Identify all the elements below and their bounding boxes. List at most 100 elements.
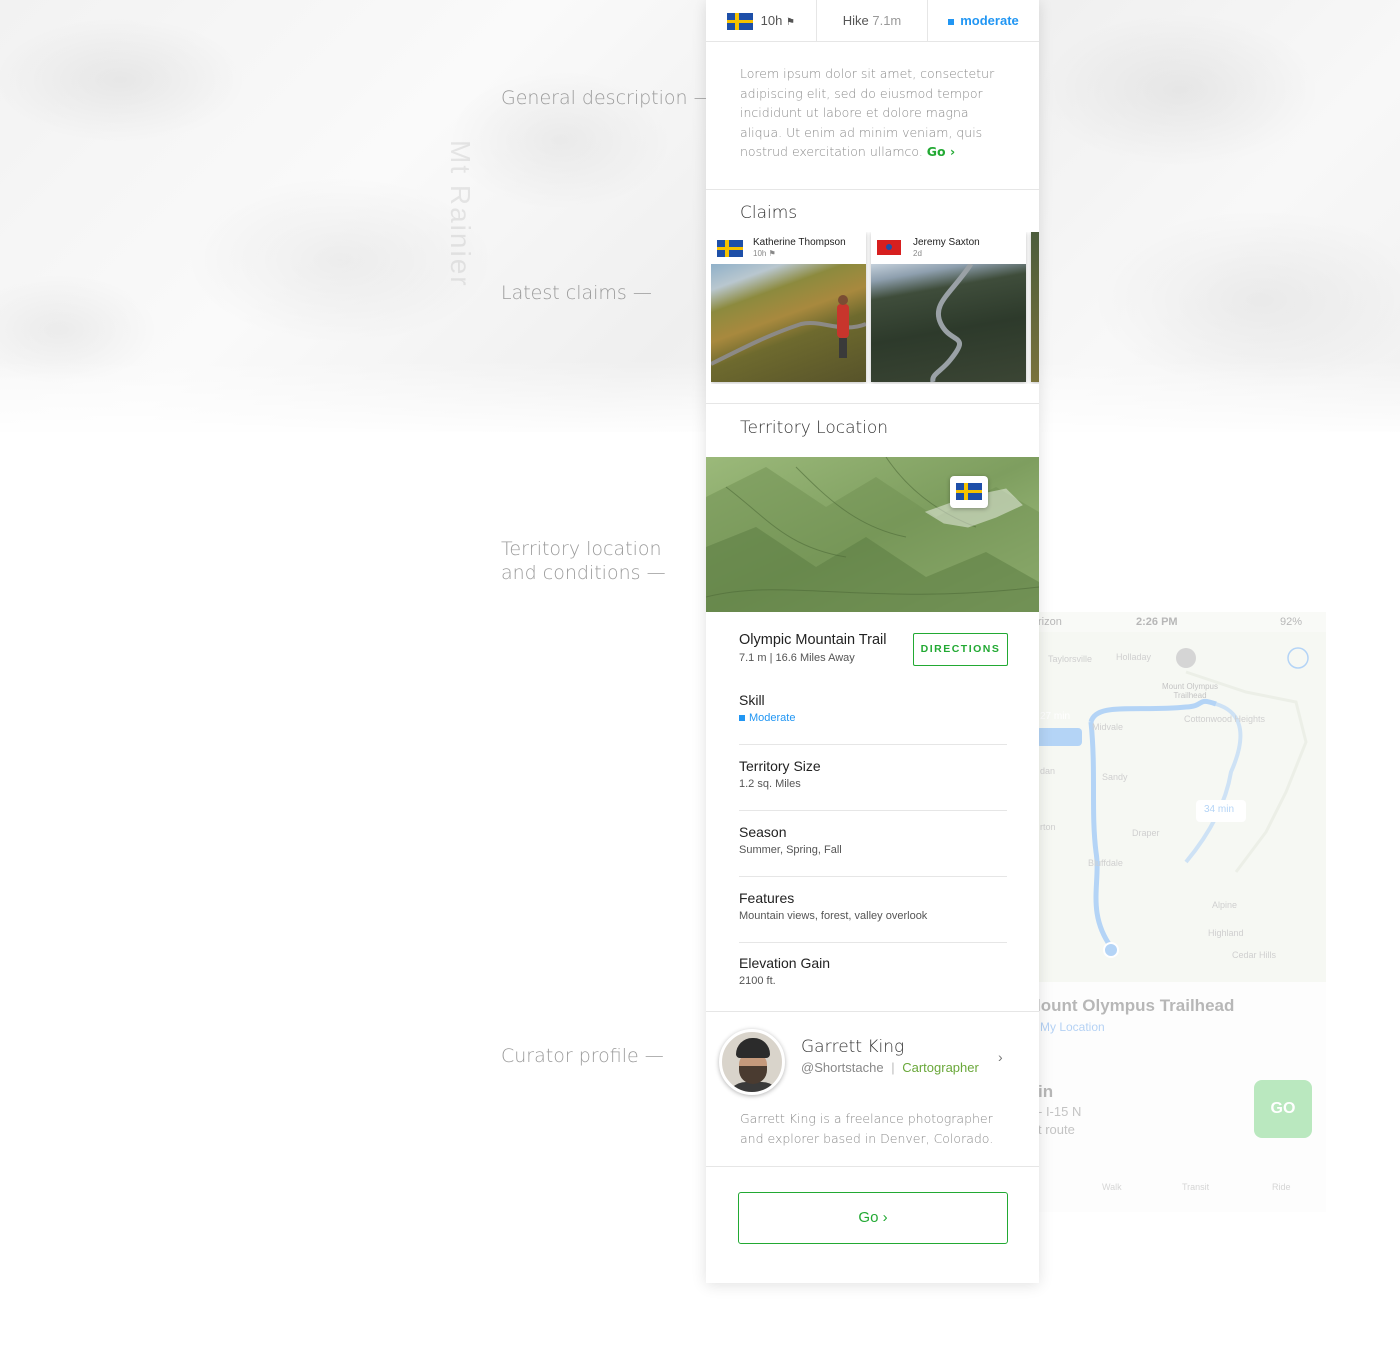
flag-icon — [727, 13, 754, 31]
paper-fade — [0, 360, 1400, 440]
claim-card-partial[interactable] — [1031, 232, 1039, 382]
divider — [739, 876, 1007, 877]
trail-name: Olympic Mountain Trail — [739, 632, 887, 648]
phone-place-12: Highland — [1208, 928, 1244, 938]
attribute-label-territory-size: Territory Size — [739, 758, 821, 774]
phone-route: t route — [1038, 1122, 1075, 1137]
claim-photo-scene — [711, 295, 866, 366]
attribute-value-territory-size: 1.2 sq. Miles — [739, 778, 801, 790]
summary-bar: 10h ⚑ Hike 7.1m moderate — [706, 0, 1039, 42]
label-general-description: General description — — [501, 87, 713, 109]
phone-info-icon — [1287, 647, 1309, 669]
divider — [706, 189, 1039, 190]
claims-title: Claims — [740, 203, 798, 223]
claim-header: Katherine Thompson 10h ⚑ — [711, 232, 866, 264]
claim-photo — [871, 262, 1026, 382]
phone-maps-screenshot: rizon 2:26 PM 92% 27 min 34 min Taylorsv… — [1036, 612, 1326, 1212]
phone-eta-badge-2: 34 min — [1204, 804, 1235, 815]
phone-via: - I-15 N — [1038, 1104, 1082, 1119]
phone-location-dot — [1103, 942, 1119, 958]
divider — [739, 810, 1007, 811]
phone-status-bar: rizon 2:26 PM 92% — [1036, 612, 1326, 632]
attribute-value-skill: Moderate — [739, 712, 795, 724]
curator-bio: Garrett King is a freelance photographer… — [740, 1111, 994, 1146]
phone-place-6: Sandy — [1102, 772, 1128, 782]
label-territory-location: Territory location and conditions — — [501, 537, 666, 585]
phone-from: My Location — [1040, 1020, 1105, 1034]
flag-icon — [877, 240, 901, 255]
general-description: Lorem ipsum dolor sit amet, consectetur … — [740, 64, 1010, 162]
phone-directions-sheet: lount Olympus Trailhead My Location in -… — [1036, 982, 1326, 1212]
difficulty-square-icon — [948, 18, 955, 25]
description-go-link[interactable]: Go › — [927, 144, 955, 159]
claim-photo — [1031, 232, 1039, 382]
phone-place-7: dan — [1040, 766, 1056, 776]
label-territory-line2: and conditions — — [501, 562, 666, 584]
phone-tab-transit: Transit — [1182, 1182, 1210, 1192]
territory-location-title: Territory Location — [740, 418, 889, 438]
curator-name[interactable]: Garrett King — [801, 1037, 904, 1057]
summary-time-value: 10h — [760, 13, 783, 28]
divider — [706, 1166, 1039, 1167]
phone-route-line-3 — [1184, 702, 1243, 864]
summary-difficulty: moderate — [928, 0, 1039, 42]
difficulty-square-icon — [739, 715, 745, 722]
territory-terrain-map[interactable] — [706, 457, 1039, 612]
phone-place-9: Draper — [1132, 828, 1160, 838]
chevron-right-icon[interactable]: › — [998, 1049, 1003, 1065]
territory-flag-marker[interactable] — [950, 476, 988, 508]
claim-photo — [711, 264, 866, 382]
label-latest-claims: Latest claims — — [501, 282, 652, 304]
phone-place-8: rton — [1040, 822, 1056, 832]
divider — [706, 1011, 1039, 1012]
phone-map: 27 min 34 min Taylorsville Holladay Moun… — [1036, 632, 1326, 982]
claim-card[interactable]: Jeremy Saxton 2d — [871, 232, 1026, 382]
phone-route-line-2 — [1088, 721, 1114, 949]
phone-place-2: Holladay — [1116, 652, 1152, 662]
phone-place-13: Cedar Hills — [1232, 950, 1277, 960]
phone-eta-badge-1: 27 min — [1040, 711, 1071, 722]
phone-place-3: Mount Olympus Trailhead — [1161, 682, 1219, 700]
phone-tab-ride: Ride — [1272, 1182, 1291, 1192]
phone-eta: in — [1038, 1082, 1054, 1101]
curator-handle: @Shortstache — [801, 1060, 884, 1075]
phone-place-5: Midvale — [1092, 722, 1124, 732]
flag-icon — [956, 483, 982, 500]
summary-time: 10h ⚑ — [706, 0, 817, 42]
directions-button[interactable]: DIRECTIONS — [913, 633, 1008, 666]
flag-icon — [717, 240, 743, 257]
avatar-hat — [736, 1038, 770, 1058]
phone-tab-walk: Walk — [1102, 1182, 1122, 1192]
claim-user-name: Jeremy Saxton — [913, 237, 980, 248]
attribute-label-features: Features — [739, 890, 795, 906]
phone-place-10: Bluffdale — [1088, 858, 1123, 868]
phone-place-1: Taylorsville — [1048, 654, 1093, 664]
attribute-value-features: Mountain views, forest, valley overlook — [739, 910, 928, 922]
trail-distance: 7.1 m | 16.6 Miles Away — [739, 652, 855, 664]
label-territory-line1: Territory location — [501, 538, 662, 560]
curator-handle-line: @Shortstache | Cartographer — [801, 1060, 979, 1075]
phone-battery: 92% — [1280, 616, 1303, 628]
claim-card[interactable]: Katherine Thompson 10h ⚑ — [711, 232, 866, 382]
curator-avatar[interactable] — [719, 1029, 785, 1095]
summary-activity: Hike 7.1m — [817, 0, 928, 42]
phone-carrier: rizon — [1038, 616, 1062, 628]
summary-distance: 7.1m — [872, 13, 902, 28]
claims-carousel[interactable]: Katherine Thompson 10h ⚑ Jeremy Saxton 2… — [711, 232, 1039, 384]
paper-map-text: Mt Rainier — [445, 140, 476, 288]
phone-time: 2:26 PM — [1136, 616, 1178, 628]
go-button[interactable]: Go › — [738, 1192, 1008, 1244]
claim-user-name: Katherine Thompson — [753, 237, 846, 248]
attribute-label-season: Season — [739, 824, 787, 840]
territory-detail-card: 10h ⚑ Hike 7.1m moderate Lorem ipsum dol… — [706, 0, 1039, 1283]
label-curator-profile: Curator profile — — [501, 1045, 664, 1067]
small-flag-icon: ⚑ — [785, 17, 795, 28]
summary-difficulty-value: moderate — [960, 13, 1019, 28]
phone-hiker-marker — [1176, 648, 1196, 668]
divider — [739, 744, 1007, 745]
phone-place-11: Alpine — [1212, 900, 1238, 910]
claim-photo-scene — [930, 262, 974, 382]
curator-role: Cartographer — [902, 1060, 979, 1075]
divider — [706, 403, 1039, 404]
attribute-label-elevation-gain: Elevation Gain — [739, 955, 831, 971]
